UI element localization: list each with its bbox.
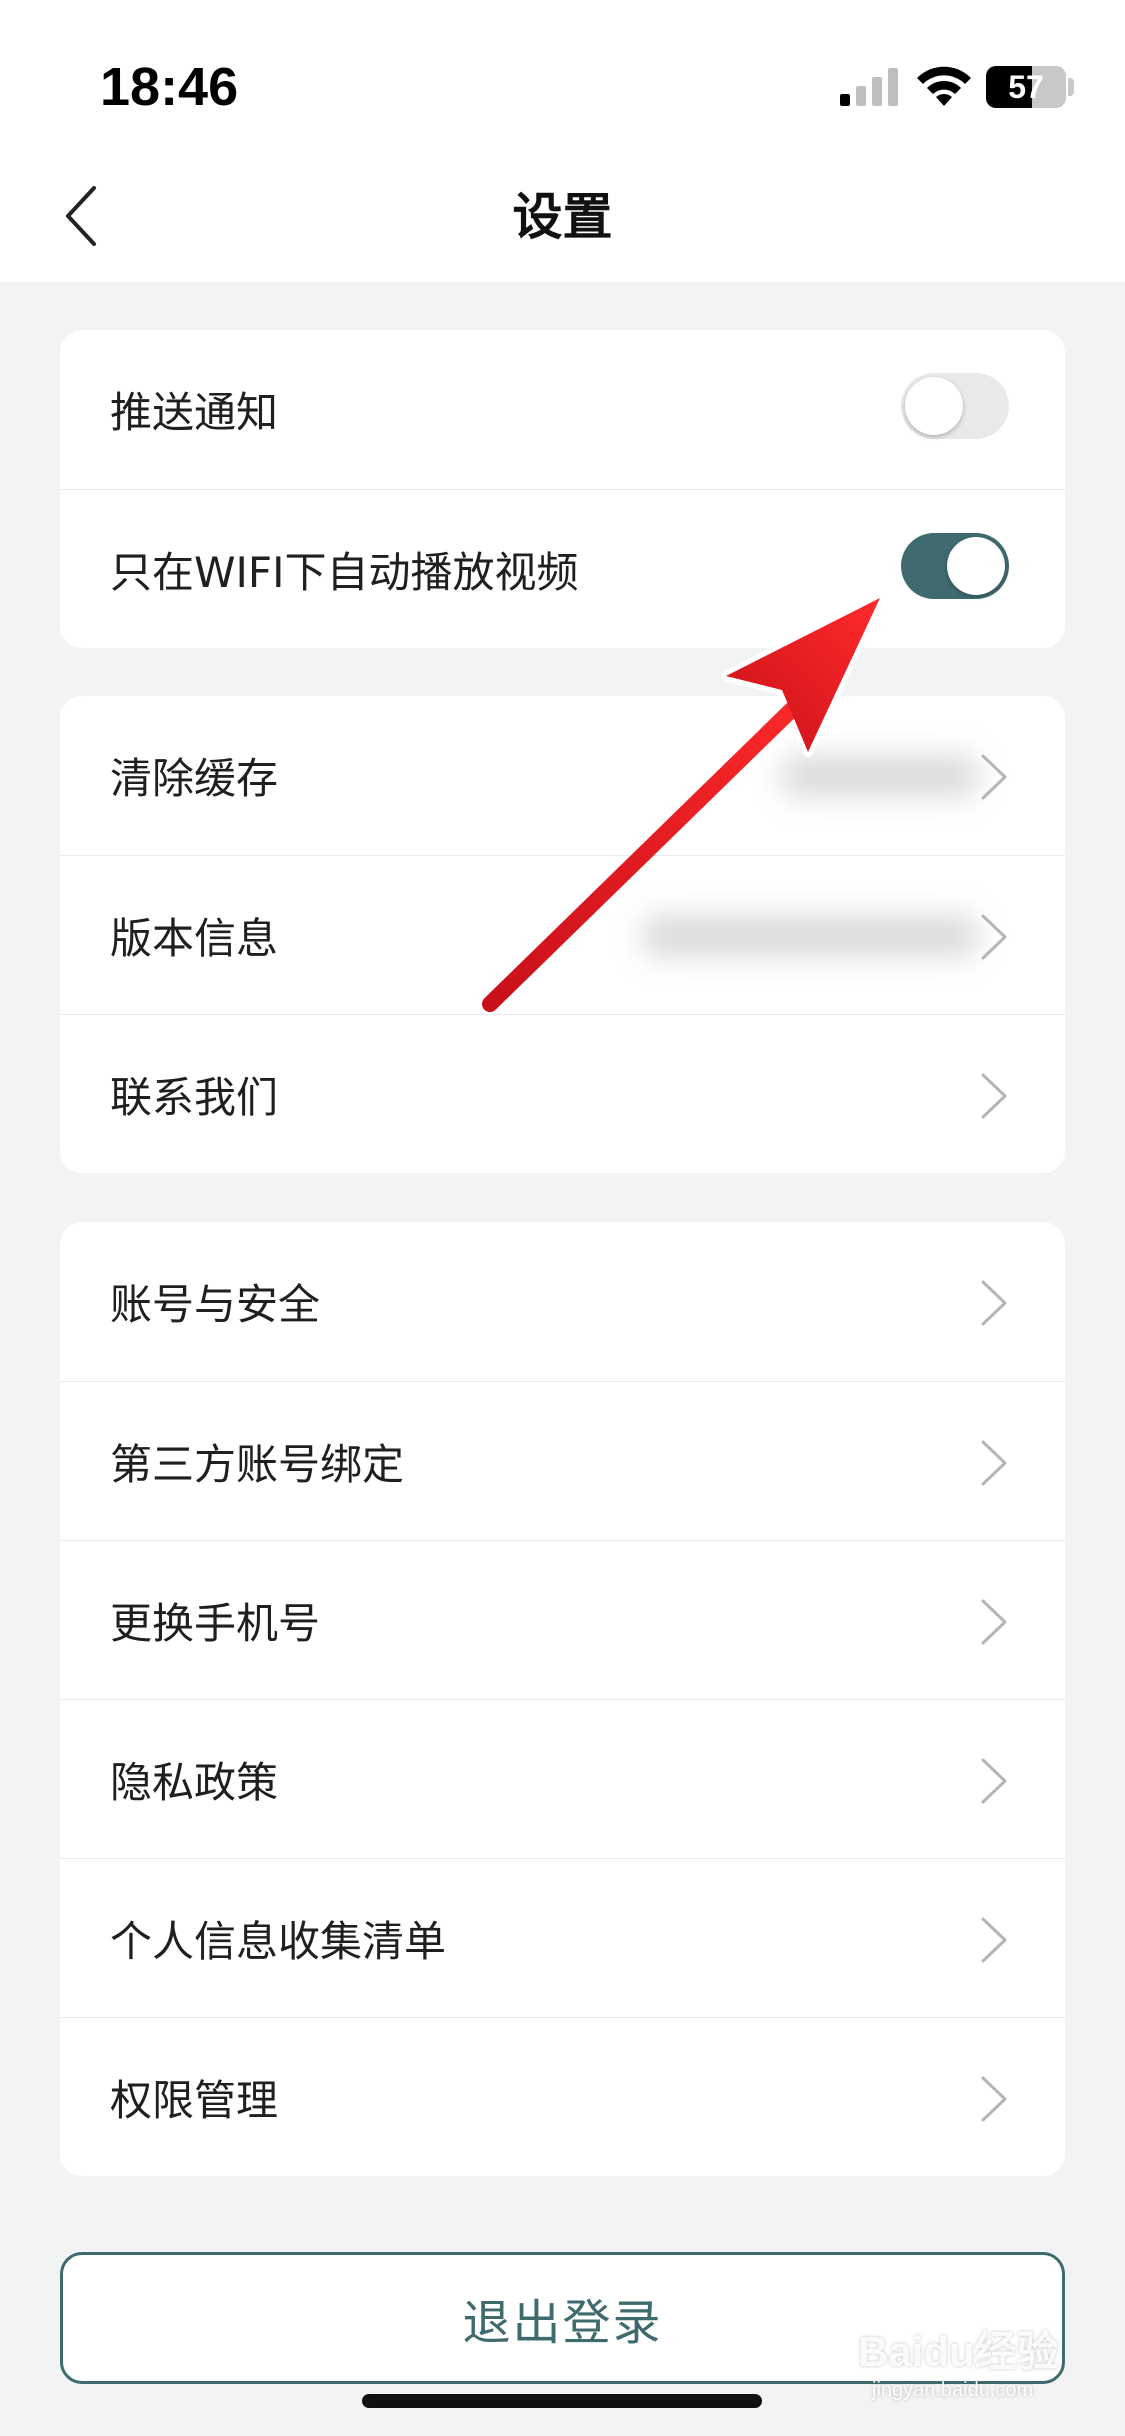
toggle-knob xyxy=(947,537,1005,595)
chevron-right-icon xyxy=(981,1599,1007,1645)
contact-us-row[interactable]: 联系我们 xyxy=(60,1014,1065,1173)
contact-us-label: 联系我们 xyxy=(110,1072,279,1122)
page-title: 设置 xyxy=(512,188,613,246)
clear-cache-row[interactable]: 清除缓存 xyxy=(60,696,1065,855)
app-info-card: 清除缓存 版本信息 联系我们 xyxy=(60,696,1065,1173)
personal-info-list-label: 个人信息收集清单 xyxy=(110,1916,447,1966)
version-info-label: 版本信息 xyxy=(110,913,279,963)
battery-tip xyxy=(1068,78,1074,96)
third-party-binding-label: 第三方账号绑定 xyxy=(110,1439,405,1489)
permission-management-row[interactable]: 权限管理 xyxy=(60,2017,1065,2176)
chevron-right-icon xyxy=(981,914,1007,960)
chevron-right-icon xyxy=(981,1917,1007,1963)
home-indicator xyxy=(362,2394,762,2408)
watermark-brand: Baidu经验 xyxy=(858,2328,1059,2375)
chevron-right-icon xyxy=(981,1073,1007,1119)
chevron-right-icon xyxy=(981,1440,1007,1486)
cellular-signal-icon xyxy=(840,68,898,106)
change-phone-row[interactable]: 更换手机号 xyxy=(60,1540,1065,1699)
top-bar: 18:46 57 设置 xyxy=(0,0,1125,282)
personal-info-list-row[interactable]: 个人信息收集清单 xyxy=(60,1858,1065,2017)
notification-settings-card: 推送通知 只在WIFI下自动播放视频 xyxy=(60,330,1065,648)
watermark-url: jingyan.baidu.com xyxy=(872,2379,1034,2401)
clear-cache-label: 清除缓存 xyxy=(110,754,279,803)
battery-level: 57 xyxy=(1008,69,1044,105)
chevron-right-icon xyxy=(981,1280,1007,1326)
blurred-cache-size xyxy=(780,754,980,798)
push-notification-row: 推送通知 xyxy=(60,330,1065,489)
third-party-binding-row[interactable]: 第三方账号绑定 xyxy=(60,1381,1065,1540)
toggle-knob xyxy=(905,377,963,435)
status-bar: 18:46 57 xyxy=(0,0,1125,160)
privacy-policy-row[interactable]: 隐私政策 xyxy=(60,1699,1065,1858)
wifi-icon xyxy=(917,66,971,106)
chevron-right-icon xyxy=(981,754,1007,800)
baidu-watermark: Baidu经验 jingyan.baidu.com xyxy=(858,2318,1059,2402)
account-settings-card: 账号与安全 第三方账号绑定 更换手机号 隐私政策 个人信息收集清单 权限管理 xyxy=(60,1222,1065,2176)
push-notification-label: 推送通知 xyxy=(110,388,279,437)
version-info-row[interactable]: 版本信息 xyxy=(60,855,1065,1014)
status-time: 18:46 xyxy=(100,57,239,117)
push-notification-toggle[interactable] xyxy=(901,373,1009,439)
account-security-label: 账号与安全 xyxy=(110,1280,321,1329)
permission-management-label: 权限管理 xyxy=(110,2075,279,2125)
wifi-autoplay-toggle[interactable] xyxy=(901,533,1009,599)
wifi-autoplay-label: 只在WIFI下自动播放视频 xyxy=(110,547,579,597)
privacy-policy-label: 隐私政策 xyxy=(110,1757,279,1807)
blurred-version-number xyxy=(640,914,980,958)
chevron-right-icon xyxy=(981,1758,1007,1804)
account-security-row[interactable]: 账号与安全 xyxy=(60,1222,1065,1381)
wifi-autoplay-row: 只在WIFI下自动播放视频 xyxy=(60,489,1065,648)
chevron-right-icon xyxy=(981,2076,1007,2122)
change-phone-label: 更换手机号 xyxy=(110,1598,321,1648)
battery-icon: 57 xyxy=(986,66,1066,108)
